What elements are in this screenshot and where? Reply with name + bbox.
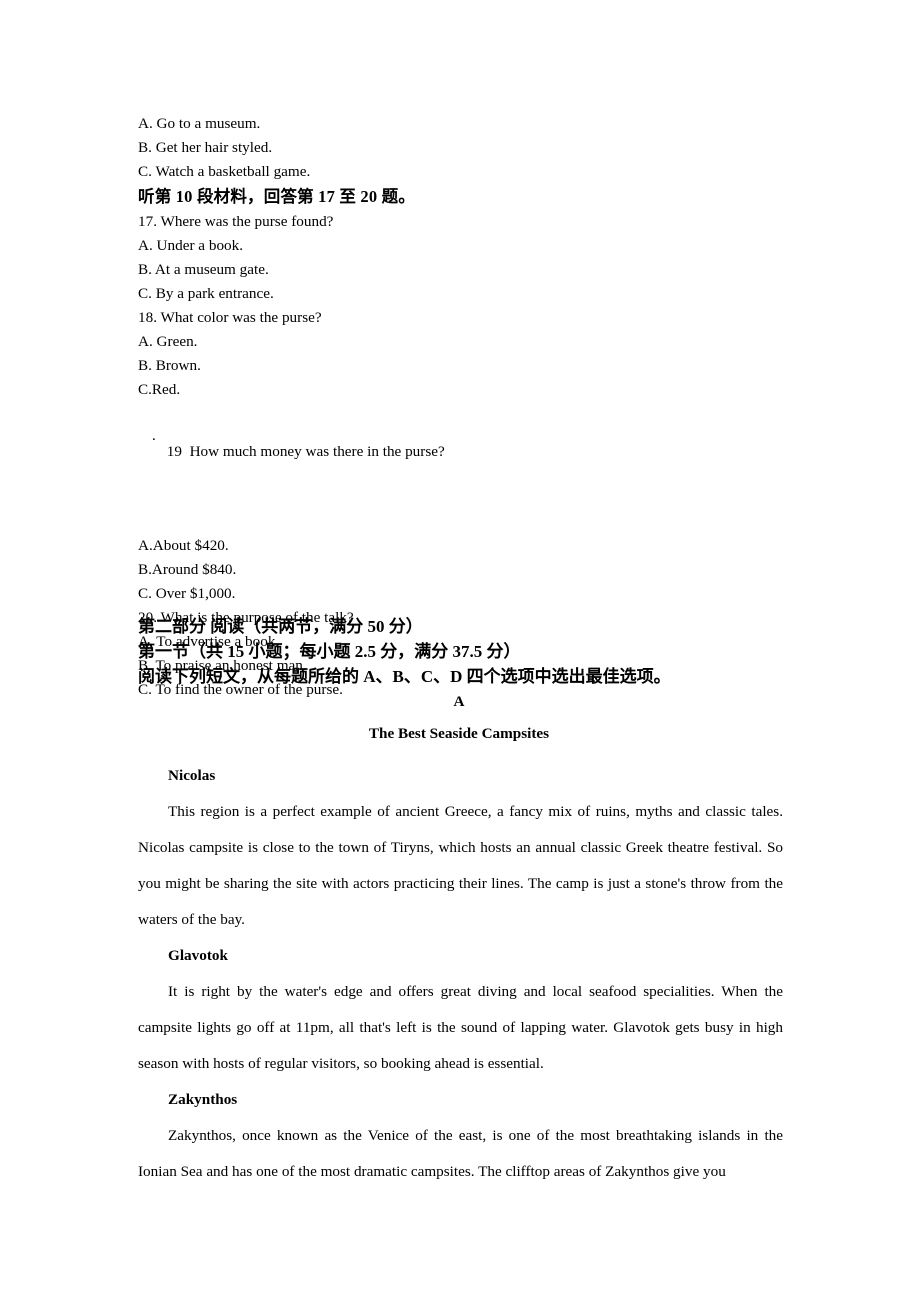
campsite-paragraph: This region is a perfect example of anci…: [138, 803, 783, 928]
campsite-paragraph: Zakynthos, once known as the Venice of t…: [138, 1127, 783, 1180]
option-item: B.Around $840.: [138, 561, 237, 578]
option-item: B. At a museum gate.: [138, 261, 269, 278]
option-item: C.Red.: [138, 381, 181, 398]
option-item: A. Go to a museum.: [138, 115, 261, 132]
question-19-stem-wrapper: 19 How much money was there in the purse…: [138, 416, 788, 512]
reading-instruction: 阅读下列短文，从每题所给的 A、B、C、D 四个选项中选出最佳选项。: [138, 667, 671, 686]
question-18-stem: 18. What color was the purse?: [138, 309, 322, 326]
passage-letter: A: [453, 693, 465, 710]
option-item: B. Get her hair styled.: [138, 139, 273, 156]
campsite-heading: Glavotok: [168, 947, 228, 964]
campsite-paragraph: It is right by the water's edge and offe…: [138, 983, 783, 1072]
part-two-heading: 第二部分 阅读（共两节，满分 50 分）: [138, 617, 423, 636]
option-item: A. Green.: [138, 333, 198, 350]
question-17-stem: 17. Where was the purse found?: [138, 213, 334, 230]
section-headings: 第二部分 阅读（共两节，满分 50 分） 第一节（共 15 小题；每小题 2.5…: [138, 614, 838, 689]
campsite-heading: Zakynthos: [168, 1091, 238, 1108]
option-item: C. Watch a basketball game.: [138, 163, 311, 180]
option-item: C. By a park entrance.: [138, 285, 274, 302]
passage-body: Nicolas This region is a perfect example…: [138, 758, 783, 1190]
subsection-one-heading: 第一节（共 15 小题；每小题 2.5 分，满分 37.5 分）: [138, 642, 521, 661]
exam-page: A. Go to a museum. B. Get her hair style…: [0, 0, 920, 1302]
listening-material-heading: 听第 10 段材料，回答第 17 至 20 题。: [138, 187, 416, 206]
question-19-stem: 19 How much money was there in the purse…: [166, 443, 445, 460]
stray-period-mark: .: [152, 427, 156, 444]
option-item: A.About $420.: [138, 537, 229, 554]
campsite-heading: Nicolas: [168, 767, 216, 784]
option-item: A. Under a book.: [138, 237, 244, 254]
option-item: B. Brown.: [138, 357, 201, 374]
option-item: C. Over $1,000.: [138, 585, 236, 602]
passage-title: The Best Seaside Campsites: [368, 725, 550, 742]
